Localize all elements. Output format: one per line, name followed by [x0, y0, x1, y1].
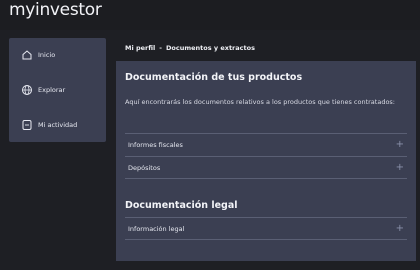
- products-section-title: Documentación de tus productos: [125, 72, 303, 83]
- home-icon: [21, 49, 33, 61]
- legal-section-title: Documentación legal: [125, 200, 238, 211]
- breadcrumb: Mi perfil - Documentos y extractos: [125, 44, 255, 52]
- products-description: Aquí encontrarás los documentos relativo…: [125, 98, 395, 106]
- row-depositos[interactable]: Depósitos +: [125, 156, 407, 179]
- sidebar-item-mi-actividad[interactable]: Mi actividad: [9, 109, 106, 141]
- breadcrumb-current: Documentos y extractos: [165, 44, 255, 52]
- expand-plus-icon[interactable]: +: [396, 223, 407, 234]
- documents-panel: Documentación de tus productos Aquí enco…: [116, 61, 416, 261]
- sidebar-item-label: Explorar: [38, 86, 66, 94]
- top-bar: myinvestor: [0, 0, 420, 30]
- row-label: Información legal: [128, 224, 185, 233]
- expand-plus-icon[interactable]: +: [396, 140, 407, 150]
- expand-plus-icon[interactable]: +: [396, 162, 407, 173]
- activity-icon: [21, 119, 33, 131]
- breadcrumb-parent[interactable]: Mi perfil: [125, 44, 155, 52]
- sidebar-item-inicio[interactable]: Inicio: [9, 39, 106, 71]
- row-informes-fiscales[interactable]: Informes fiscales +: [125, 133, 407, 156]
- sidebar-item-label: Mi actividad: [38, 121, 78, 129]
- sidebar: Inicio Explorar Mi actividad: [9, 38, 106, 142]
- sidebar-item-explorar[interactable]: Explorar: [9, 74, 106, 106]
- row-label: Informes fiscales: [128, 141, 183, 149]
- row-label: Depósitos: [128, 163, 161, 172]
- row-informacion-legal[interactable]: Información legal +: [125, 217, 407, 240]
- globe-icon: [21, 84, 33, 96]
- breadcrumb-separator: -: [159, 44, 162, 52]
- sidebar-item-label: Inicio: [38, 51, 56, 59]
- app-logo[interactable]: myinvestor: [9, 0, 102, 20]
